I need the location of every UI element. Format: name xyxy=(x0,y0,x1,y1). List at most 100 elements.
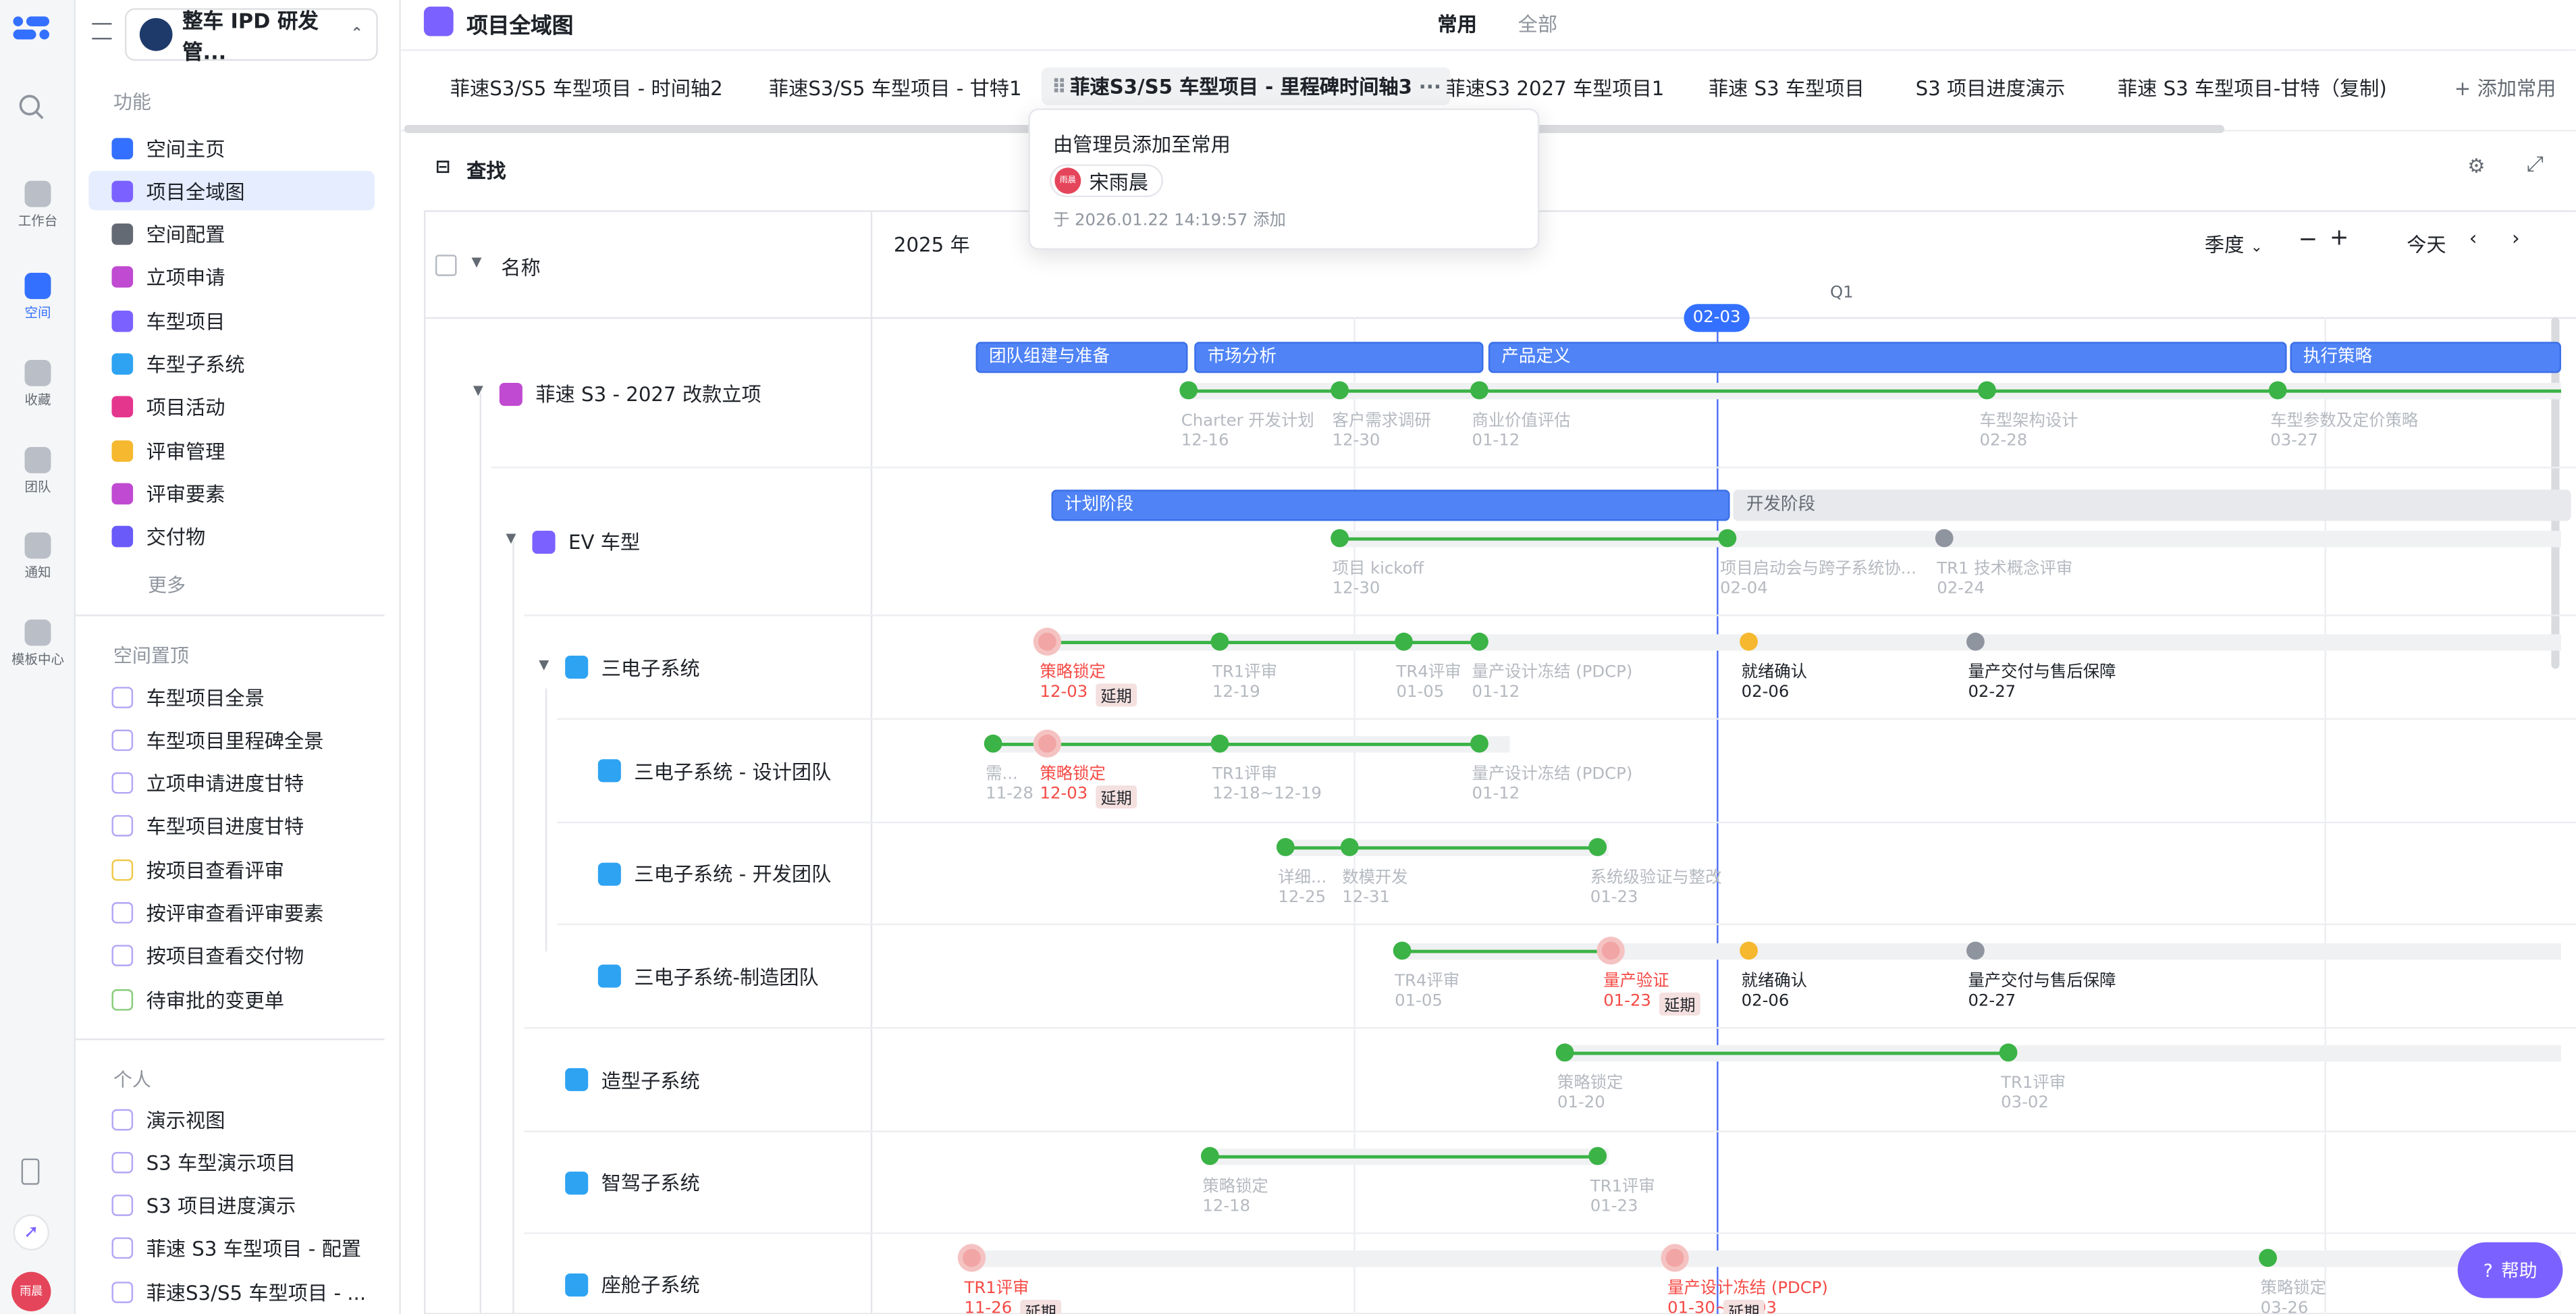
sidebar-item[interactable]: 评审要素 xyxy=(88,474,374,513)
sidebar-item[interactable]: 评审管理 xyxy=(88,431,374,470)
milestone-name[interactable]: TR4评审 xyxy=(1397,657,1461,682)
phase-bar[interactable]: 开发阶段 xyxy=(1733,490,2571,521)
milestone-name[interactable]: Charter 开发计划 xyxy=(1181,406,1314,431)
milestone-name[interactable]: TR1评审 xyxy=(1212,657,1277,682)
rail-item-space[interactable]: 空间 xyxy=(0,272,76,322)
phase-bar[interactable]: 团队组建与准备 xyxy=(975,342,1188,373)
milestone-name[interactable]: TR1评审 xyxy=(2001,1068,2066,1093)
tab-view[interactable]: 菲速 S3 车型项目-甘特（复制) xyxy=(2118,74,2387,102)
pinned-item[interactable]: 车型项目进度甘特 xyxy=(88,807,374,846)
search-button[interactable]: 查找 xyxy=(466,156,506,184)
sidebar-item[interactable]: 车型项目 xyxy=(88,301,374,340)
mobile-icon[interactable] xyxy=(21,1158,40,1185)
milestone-name[interactable]: 详细... xyxy=(1278,863,1326,887)
tree-row[interactable]: 三电子系统 xyxy=(565,653,700,681)
tab-view[interactable]: 菲速S3 2027 车型项目1 xyxy=(1446,74,1665,102)
milestone-flag-icon[interactable] xyxy=(1470,734,1488,753)
settings-icon[interactable]: ⚙ xyxy=(2467,155,2485,178)
rail-item-workbench[interactable]: 工作台 xyxy=(0,180,76,230)
tree-row[interactable]: 三电子系统 - 开发团队 xyxy=(597,860,831,887)
tab-view[interactable]: 菲速 S3 车型项目 xyxy=(1709,74,1864,102)
tree-row[interactable]: 三电子系统 - 设计团队 xyxy=(597,757,831,785)
milestone-name[interactable]: 就绪确认 xyxy=(1742,966,1807,991)
sidebar-item[interactable]: 项目全域图 xyxy=(88,171,375,211)
help-button[interactable]: ? 帮助 xyxy=(2457,1242,2563,1298)
milestone-flag-icon[interactable] xyxy=(1200,1147,1219,1165)
tab-view[interactable]: 菲速S3/S5 车型项目 - 甘特1 xyxy=(769,74,1022,102)
milestone-flag-icon[interactable] xyxy=(1978,381,1996,400)
milestone-flag-icon[interactable] xyxy=(1470,381,1488,400)
milestone-name[interactable]: 量产交付与售后保障 xyxy=(1968,966,2116,991)
column-name-header[interactable]: 名称 xyxy=(501,253,540,281)
zoom-in-button[interactable]: + xyxy=(2330,225,2349,251)
milestone-flag-icon[interactable] xyxy=(1276,838,1295,856)
scale-select[interactable]: 季度 ⌄ xyxy=(2205,230,2263,258)
caret-down-icon[interactable]: ▼ xyxy=(473,383,483,398)
milestone-name[interactable]: 车型架构设计 xyxy=(1979,406,2078,431)
milestone-flag-icon[interactable] xyxy=(1718,529,1737,548)
rail-item-team[interactable]: 团队 xyxy=(0,446,76,496)
select-all-checkbox[interactable] xyxy=(435,255,457,276)
caret-down-icon[interactable]: ▼ xyxy=(539,656,549,671)
personal-item[interactable]: 菲速 S3 车型项目 - 配置 xyxy=(88,1229,374,1268)
drag-handle-icon[interactable]: ⠿ xyxy=(1052,76,1067,99)
milestone-flag-icon[interactable] xyxy=(1210,734,1229,753)
milestone-flag-icon[interactable] xyxy=(1331,529,1349,548)
column-divider[interactable] xyxy=(870,211,873,1314)
rocket-icon[interactable]: ➚ xyxy=(13,1214,50,1251)
rail-item-templates[interactable]: 模板中心 xyxy=(0,619,76,668)
segment-common[interactable]: 常用 xyxy=(1437,10,1476,38)
more-link[interactable]: 更多 xyxy=(148,572,186,598)
prev-icon[interactable]: ‹ xyxy=(2469,227,2477,250)
phase-bar[interactable]: 产品定义 xyxy=(1488,342,2287,373)
milestone-flag-icon[interactable] xyxy=(963,1249,981,1267)
fullscreen-icon[interactable]: ⤢ xyxy=(2527,153,2544,178)
personal-item[interactable]: 演示视图 xyxy=(88,1099,374,1138)
pinned-item[interactable]: 按评审查看评审要素 xyxy=(88,893,374,932)
milestone-name[interactable]: TR1评审 xyxy=(1212,759,1277,784)
milestone-name[interactable]: 策略锁定 xyxy=(1040,657,1105,682)
milestone-flag-icon[interactable] xyxy=(2259,1249,2277,1267)
segment-all[interactable]: 全部 xyxy=(1518,10,1557,38)
sidebar-item[interactable]: 立项申请 xyxy=(88,258,374,297)
tree-row[interactable]: 智驾子系统 xyxy=(565,1168,700,1196)
milestone-flag-icon[interactable] xyxy=(1395,632,1413,651)
milestone-name[interactable]: 策略锁定 xyxy=(1040,759,1105,784)
milestone-name[interactable]: 项目 kickoff xyxy=(1333,554,1424,579)
rail-item-notifications[interactable]: 通知 xyxy=(0,532,76,581)
tree-row[interactable]: EV 车型 xyxy=(532,527,640,555)
app-logo-icon[interactable] xyxy=(13,15,52,41)
milestone-flag-icon[interactable] xyxy=(1740,632,1758,651)
milestone-name[interactable]: 客户需求调研 xyxy=(1333,406,1431,431)
zoom-out-button[interactable]: − xyxy=(2299,227,2318,253)
space-selector[interactable]: 整车 IPD 研发管... ⌃ xyxy=(124,8,378,64)
next-icon[interactable]: › xyxy=(2512,227,2520,250)
milestone-flag-icon[interactable] xyxy=(1393,941,1412,960)
milestone-name[interactable]: 量产设计冻结 (PDCP) xyxy=(1667,1273,1828,1298)
phase-bar[interactable]: 执行策略 xyxy=(2290,342,2561,373)
pinned-item[interactable]: 车型项目里程碑全景 xyxy=(88,720,374,760)
personal-item[interactable]: S3 车型演示项目 xyxy=(88,1142,374,1182)
milestone-name[interactable]: 量产交付与售后保障 xyxy=(1968,657,2116,682)
sidebar-item[interactable]: 项目活动 xyxy=(88,388,374,427)
phase-bar[interactable]: 市场分析 xyxy=(1194,342,1484,373)
milestone-flag-icon[interactable] xyxy=(1966,941,1985,960)
milestone-name[interactable]: TR1 技术概念评审 xyxy=(1937,554,2072,579)
search-icon[interactable] xyxy=(18,94,45,120)
pinned-item[interactable]: 立项申请进度甘特 xyxy=(88,764,374,803)
pinned-item[interactable]: 按项目查看交付物 xyxy=(88,937,374,976)
milestone-flag-icon[interactable] xyxy=(1601,941,1620,960)
milestone-name[interactable]: 策略锁定 xyxy=(1202,1172,1268,1197)
milestone-name[interactable]: TR1评审 xyxy=(965,1273,1029,1298)
add-common-button[interactable]: + 添加常用 xyxy=(2454,74,2556,102)
milestone-flag-icon[interactable] xyxy=(1999,1043,2018,1062)
milestone-flag-icon[interactable] xyxy=(1588,838,1607,856)
collapse-sidebar-icon[interactable] xyxy=(92,23,112,40)
user-chip[interactable]: 雨晨 宋雨晨 xyxy=(1050,164,1164,198)
milestone-flag-icon[interactable] xyxy=(1588,1147,1607,1165)
milestone-name[interactable]: 就绪确认 xyxy=(1742,657,1807,682)
tree-row[interactable]: 三电子系统-制造团队 xyxy=(597,962,819,990)
today-button[interactable]: 今天 xyxy=(2407,230,2446,258)
milestone-flag-icon[interactable] xyxy=(1179,381,1198,400)
tree-row[interactable]: 菲速 S3 - 2027 改款立项 xyxy=(499,379,761,407)
